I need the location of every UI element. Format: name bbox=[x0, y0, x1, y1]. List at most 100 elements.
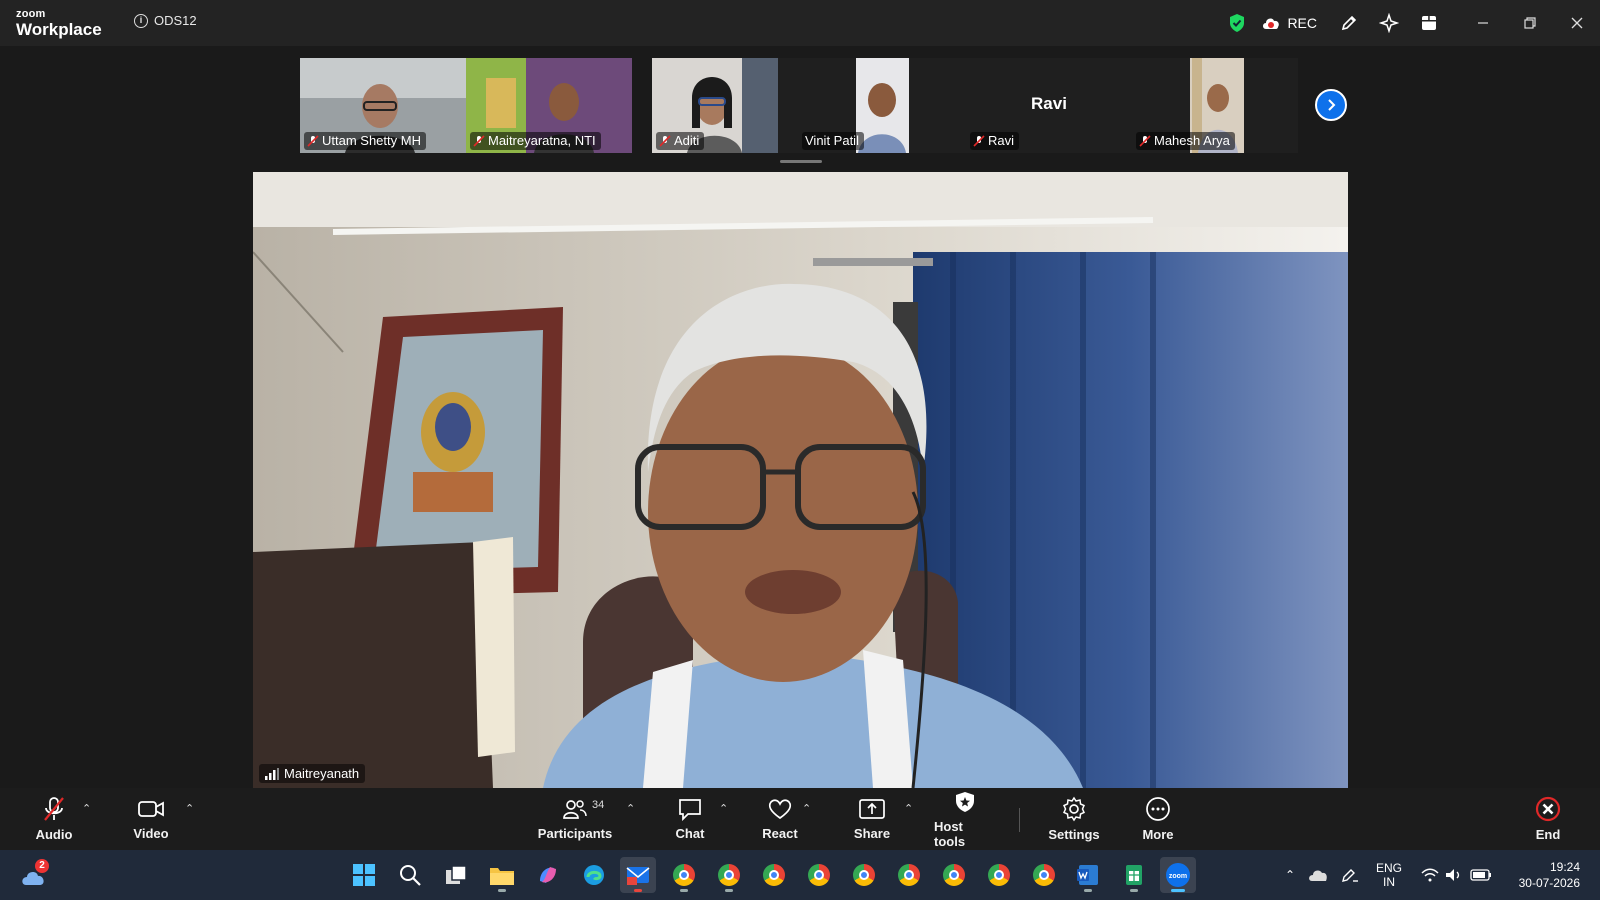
chat-label: Chat bbox=[675, 826, 705, 841]
share-options-caret[interactable]: ⌃ bbox=[904, 802, 913, 815]
participant-tile[interactable]: Vinit Patil bbox=[778, 58, 966, 153]
weather-badge: 2 bbox=[35, 859, 49, 873]
participant-name-tag: Maitreyaratna, NTI bbox=[470, 132, 601, 150]
participant-name-tag: Uttam Shetty MH bbox=[304, 132, 426, 150]
edge-browser-icon bbox=[584, 865, 604, 885]
search-icon bbox=[400, 865, 421, 886]
participant-tile[interactable]: Uttam Shetty MH bbox=[300, 58, 466, 153]
react-options-caret[interactable]: ⌃ bbox=[802, 802, 811, 815]
close-button[interactable] bbox=[1553, 0, 1600, 46]
chrome-app[interactable] bbox=[711, 857, 747, 893]
chrome-app[interactable] bbox=[756, 857, 792, 893]
react-button[interactable]: React bbox=[758, 788, 802, 850]
share-button[interactable]: Share bbox=[850, 788, 894, 850]
chrome-icon bbox=[853, 864, 875, 886]
search-button[interactable] bbox=[392, 857, 428, 893]
end-meeting-button[interactable]: End bbox=[1530, 788, 1566, 850]
participant-tile[interactable]: Mahesh Arya bbox=[1132, 58, 1298, 153]
logo-brand-large: Workplace bbox=[16, 20, 102, 39]
volume-icon[interactable] bbox=[1442, 868, 1466, 882]
chrome-app[interactable] bbox=[981, 857, 1017, 893]
cloud-rec-icon bbox=[1263, 18, 1280, 29]
onedrive-icon[interactable] bbox=[1302, 868, 1334, 882]
share-label: Share bbox=[853, 826, 891, 841]
audio-button[interactable]: Audio bbox=[34, 788, 74, 850]
svg-text:zoom: zoom bbox=[1169, 873, 1187, 880]
participants-count: 34 bbox=[592, 799, 605, 811]
meeting-info-button[interactable]: i ODS12 bbox=[134, 13, 197, 28]
word-app[interactable] bbox=[1070, 857, 1106, 893]
participant-tile[interactable]: Maitreyaratna, NTI bbox=[466, 58, 632, 153]
pen-input-icon[interactable] bbox=[1334, 867, 1366, 883]
outlook-app[interactable] bbox=[620, 857, 656, 893]
file-explorer-app[interactable] bbox=[484, 857, 520, 893]
video-options-caret[interactable]: ⌃ bbox=[185, 802, 194, 815]
participant-tile[interactable]: Aditi bbox=[652, 58, 778, 153]
participant-name-tag: Mahesh Arya bbox=[1136, 132, 1235, 150]
chrome-app[interactable] bbox=[846, 857, 882, 893]
title-bar-controls: REC bbox=[1217, 0, 1600, 46]
audio-options-caret[interactable]: ⌃ bbox=[82, 802, 91, 815]
weather-widget[interactable]: 2 bbox=[16, 857, 52, 893]
chrome-icon bbox=[718, 864, 740, 886]
edge-app[interactable] bbox=[576, 857, 612, 893]
show-hidden-icons-icon[interactable]: ⌃ bbox=[1278, 868, 1302, 882]
chat-options-caret[interactable]: ⌃ bbox=[719, 802, 728, 815]
speaker-video-feed bbox=[253, 172, 1348, 788]
end-label: End bbox=[1535, 827, 1561, 842]
logo-brand-small: zoom bbox=[16, 8, 46, 20]
audio-label: Audio bbox=[35, 827, 73, 842]
language-indicator[interactable]: ENG IN bbox=[1366, 861, 1412, 889]
chrome-icon bbox=[1033, 864, 1055, 886]
region-code: IN bbox=[1383, 875, 1395, 889]
mic-muted-icon bbox=[1139, 134, 1151, 147]
more-button[interactable]: More bbox=[1138, 788, 1178, 850]
chrome-icon bbox=[943, 864, 965, 886]
task-view-button[interactable] bbox=[438, 857, 474, 893]
chat-button[interactable]: Chat bbox=[668, 788, 712, 850]
mail-app-icon bbox=[626, 867, 650, 885]
zoom-app-icon: zoom bbox=[1166, 863, 1190, 887]
gallery-next-button[interactable] bbox=[1315, 89, 1347, 121]
gallery-page-indicator bbox=[780, 160, 822, 163]
host-tools-button[interactable]: Host tools bbox=[934, 788, 996, 850]
chrome-app[interactable] bbox=[801, 857, 837, 893]
windows-start-icon bbox=[353, 864, 375, 886]
ai-companion-icon[interactable] bbox=[1369, 0, 1409, 46]
zoom-app[interactable]: zoom bbox=[1160, 857, 1196, 893]
task-view-icon bbox=[446, 865, 467, 884]
chrome-app[interactable] bbox=[936, 857, 972, 893]
mic-muted-icon bbox=[973, 134, 985, 147]
chrome-icon bbox=[808, 864, 830, 886]
wifi-icon[interactable] bbox=[1418, 868, 1442, 882]
apps-icon[interactable] bbox=[1409, 0, 1449, 46]
participants-options-caret[interactable]: ⌃ bbox=[626, 802, 635, 815]
network-signal-icon bbox=[265, 767, 279, 780]
sheets-app[interactable] bbox=[1116, 857, 1152, 893]
chrome-app[interactable] bbox=[666, 857, 702, 893]
video-button[interactable]: Video bbox=[130, 788, 172, 850]
copilot-app[interactable] bbox=[530, 857, 566, 893]
rec-label: REC bbox=[1287, 15, 1317, 31]
clock[interactable]: 19:24 30-07-2026 bbox=[1500, 859, 1580, 891]
participant-tile[interactable]: Ravi Ravi bbox=[966, 58, 1132, 153]
more-label: More bbox=[1142, 827, 1174, 842]
minimize-icon bbox=[1477, 22, 1488, 24]
windows-taskbar: 2 zoom ⌃ ENG IN 19:24 30-07-2026 bbox=[0, 850, 1600, 900]
participants-icon bbox=[563, 800, 587, 819]
encryption-shield-icon[interactable] bbox=[1217, 0, 1257, 46]
minimize-button[interactable] bbox=[1459, 0, 1506, 46]
meeting-controls-toolbar: Audio ⌃ Video ⌃ Participants 34 ⌃ Chat ⌃… bbox=[0, 788, 1600, 850]
annotate-pen-icon[interactable] bbox=[1329, 0, 1369, 46]
cloud-recording-indicator[interactable]: REC bbox=[1257, 15, 1329, 31]
start-button[interactable] bbox=[346, 857, 382, 893]
restore-button[interactable] bbox=[1506, 0, 1553, 46]
chrome-app[interactable] bbox=[1026, 857, 1062, 893]
participants-button[interactable]: Participants bbox=[538, 788, 612, 850]
chrome-app[interactable] bbox=[891, 857, 927, 893]
speaker-name-tag: Maitreyanath bbox=[259, 764, 366, 783]
chrome-icon bbox=[673, 864, 695, 886]
gallery-gap bbox=[632, 58, 652, 153]
settings-button[interactable]: Settings bbox=[1048, 788, 1100, 850]
battery-icon[interactable] bbox=[1466, 869, 1496, 881]
